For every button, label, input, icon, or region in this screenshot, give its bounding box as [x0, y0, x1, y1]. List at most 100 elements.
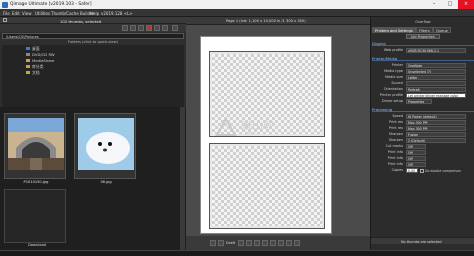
double-comparison-label: Do double comparison	[425, 168, 461, 173]
sharpen-level-select[interactable]: 2 (Default)	[406, 138, 466, 143]
prop-printer: Printer OneNote	[373, 63, 473, 68]
thumbnail-area: P1010150.jpg 36.jpg Download	[0, 107, 186, 250]
grid-icon[interactable]	[154, 25, 160, 31]
status-bar	[0, 250, 474, 256]
preview-toolbar: Draft	[186, 236, 370, 250]
copies-input[interactable]: 0.00	[406, 168, 418, 173]
right-panel: Overflow Printers and Settings Filters Q…	[370, 17, 474, 250]
folder-icon	[26, 71, 30, 74]
fit-icon[interactable]	[210, 240, 216, 246]
print-slot-bottom[interactable]	[209, 143, 325, 229]
close-button[interactable]: ×	[458, 0, 474, 9]
folder-icon	[26, 59, 30, 62]
app-icon	[2, 1, 8, 8]
media-size-select[interactable]: Letter	[406, 75, 466, 80]
prop-print-info: Print info Off	[373, 150, 473, 155]
prop-cut-marks: Cut marks Off	[373, 144, 473, 149]
speed-select[interactable]: Hi Power (default)	[406, 114, 466, 119]
thumbnail-image-building	[8, 118, 64, 170]
zoom-out-icon[interactable]	[246, 240, 252, 246]
rotate-icon[interactable]	[254, 240, 260, 246]
overflow-area: Overflow	[371, 19, 474, 24]
path-bar[interactable]: \Users\CS\Pictures	[2, 33, 184, 39]
settings-icon[interactable]	[294, 240, 300, 246]
prop-media-size: Media size Letter	[373, 75, 473, 80]
tree-item-dvd[interactable]: DVD/CD RW	[32, 52, 55, 57]
print-res-select[interactable]: Max 300 PPI	[406, 120, 466, 125]
zoom-level: Draft	[226, 241, 236, 245]
tab-filters[interactable]: Filters	[416, 27, 433, 33]
list-icon[interactable]	[162, 25, 168, 31]
section-display: Display	[372, 41, 474, 46]
pan-icon[interactable]	[218, 240, 224, 246]
thumbnail-scrollbar[interactable]	[180, 107, 185, 250]
thumbnail-partial[interactable]	[4, 189, 66, 243]
source-select[interactable]	[406, 81, 466, 86]
crop-icon[interactable]	[262, 240, 268, 246]
select-all-checkbox[interactable]	[3, 18, 7, 22]
desktop-icon	[26, 47, 30, 50]
folder-tree: 桌面 DVD/CD RW MediaShare 库分类 文档	[2, 45, 184, 107]
prop-copies: Copies 0.00 Do double comparison	[391, 168, 461, 173]
prop-printer-profile: Printer profile Let printer/driver manag…	[373, 93, 473, 98]
media-type-select[interactable]: Unselected (?)	[406, 69, 466, 74]
print-info-select[interactable]: Off	[406, 150, 426, 155]
menu-view[interactable]: View	[22, 11, 32, 16]
thumbnail-caption: 36.jpg	[100, 180, 112, 184]
thumbnail-image-seal	[78, 118, 134, 170]
menu-help[interactable]: Help	[90, 11, 99, 16]
watermark-sub: .com	[243, 131, 256, 137]
page-next-icon[interactable]	[278, 240, 284, 246]
double-comparison-checkbox[interactable]	[420, 168, 424, 173]
disc-icon	[26, 53, 30, 56]
menu-thumb-cache-builder[interactable]: Thumb/Cache Builder	[51, 11, 94, 16]
properties-button[interactable]: Properties	[406, 99, 432, 104]
cut-marks-select[interactable]: Off	[406, 144, 426, 149]
print-info-select-2[interactable]: Off	[406, 156, 426, 161]
prop-print-res-2: Print res Max 300 PPI	[373, 126, 473, 131]
menu-bar: File Edit View Utilities Thumb/Cache Bui…	[0, 9, 474, 17]
version-label: v2019.128 <L>	[101, 10, 133, 16]
thumbnail[interactable]: P1010150.jpg	[4, 113, 66, 184]
left-panel: 102 thumbs, selected \Users\CS\Pictures …	[0, 17, 186, 250]
tree-item-documents[interactable]: 文档	[32, 70, 40, 76]
sharpen-select[interactable]: Fusion	[406, 132, 466, 137]
thumbnail-caption: P1010150.jpg	[23, 180, 49, 184]
print-info-select-3[interactable]: Off	[406, 162, 426, 167]
printer-profile-select[interactable]: Let printer/driver manage color	[406, 93, 466, 98]
tab-queue[interactable]: Queue	[433, 27, 451, 33]
thumbs-header: 102 thumbs, selected	[0, 17, 186, 24]
zoom-in-icon[interactable]	[238, 240, 244, 246]
maximize-button[interactable]: □	[442, 0, 458, 9]
prop-driver-setup: Driver setup Properties	[373, 99, 473, 104]
print-icon[interactable]	[286, 240, 292, 246]
print-res-select-2[interactable]: Max 300 PPI	[406, 126, 466, 131]
preview-header: Page 1 (ind: 1,100 x 10,000 in /1 300 x …	[186, 17, 370, 25]
menu-file[interactable]: File	[3, 11, 10, 16]
prop-media-type: Media type Unselected (?)	[373, 69, 473, 74]
delete-icon[interactable]	[146, 25, 152, 31]
minimize-button[interactable]: –	[426, 0, 442, 9]
sort-icon[interactable]	[130, 25, 136, 31]
prop-source: Source	[373, 81, 473, 86]
prop-web-profile: Web profile sRGB IEC61966-2.1	[373, 48, 473, 53]
prop-print-info-3: Print info Off	[373, 162, 473, 167]
tree-item-mediashare[interactable]: MediaShare	[32, 58, 54, 63]
menu-utilities[interactable]: Utilities	[35, 11, 50, 16]
settings-icon[interactable]	[172, 25, 178, 31]
filter-icon[interactable]	[138, 25, 144, 31]
prop-sharpen-2: Sharpen 2 (Default)	[373, 138, 473, 143]
web-profile-select[interactable]: sRGB IEC61966-2.1	[406, 48, 466, 53]
thumbnail[interactable]: 36.jpg	[74, 113, 136, 184]
queue-status-bar: No thumbs are selected	[371, 237, 474, 244]
job-properties-tab[interactable]: Job Properties	[406, 34, 440, 39]
refresh-icon[interactable]	[122, 25, 128, 31]
tab-printers-settings[interactable]: Printers and Settings	[372, 27, 416, 33]
orientation-select[interactable]: Portrait	[406, 87, 466, 92]
menu-edit[interactable]: Edit	[12, 11, 20, 16]
section-printer-media: Printer/Media	[372, 56, 474, 61]
printer-select[interactable]: OneNote	[406, 63, 466, 68]
watermark: 米山软 .com	[213, 115, 323, 141]
thumbnail-caption: Download	[28, 243, 46, 247]
page-prev-icon[interactable]	[270, 240, 276, 246]
